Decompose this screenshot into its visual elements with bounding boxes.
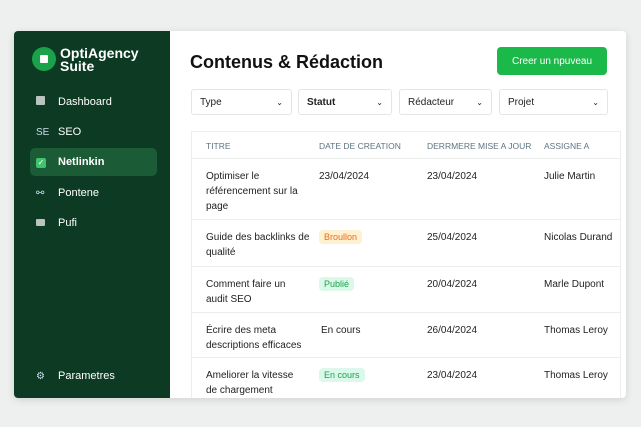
filter-type[interactable]: Type ⌄ [191,89,292,115]
create-new-button[interactable]: Creer un npuveau [497,47,607,75]
logo-icon [32,47,56,71]
column-header-updated[interactable]: DERRMERE MISE A JOUR [427,141,531,151]
row-title: Comment faire un audit SEO [206,279,286,305]
table-row[interactable]: Comment faire un audit SEO Publié 20/04/… [192,266,620,312]
nav-label: Netlinkin [58,156,105,168]
chevron-down-icon: ⌄ [476,97,483,107]
dashboard-icon [30,96,58,108]
nav-label: SEO [58,126,82,138]
sidebar-item-netlinkin[interactable]: ✓ Netlinkin [30,148,157,176]
check-icon: ✓ [36,157,46,168]
filter-status[interactable]: Statut ⌄ [298,89,392,115]
row-assignee: Marle Dupont [544,279,605,290]
filter-label: Projet [508,96,535,108]
filter-project[interactable]: Projet ⌄ [499,89,608,115]
row-created: 23/04/2024 [319,171,370,182]
filter-label: Statut [307,96,336,108]
table-row[interactable]: Guide des backlinks de qualité Broullon … [192,219,620,266]
nav-label: Dashboard [58,96,112,108]
filter-label: Rédacteur [408,96,455,108]
sidebar-item-settings[interactable]: ⚙ Parametres [30,362,157,390]
content-table: TITRE DATE DE CREATION DERRMERE MISE A J… [191,131,621,398]
row-title: Optimiser le référencement sur la page [206,171,298,212]
chevron-down-icon: ⌄ [376,97,383,107]
row-updated: 25/04/2024 [427,232,478,243]
table-row[interactable]: Écrire des meta descriptions efficaces E… [192,312,620,357]
row-title: Guide des backlinks de qualité [206,232,310,258]
gear-icon: ⚙ [36,370,45,382]
row-assignee: Thomas Leroy [544,370,608,381]
column-header-assignee[interactable]: ASSIGNE A [544,141,589,151]
nav-label: Parametres [58,370,115,382]
column-header-title[interactable]: TITRE [206,141,231,151]
chevron-down-icon: ⌄ [276,97,283,107]
row-updated: 23/04/2024 [427,171,478,182]
nav-label: Pontene [58,187,99,199]
status-badge: Broullon [319,230,363,244]
card-icon [30,218,58,229]
sidebar-item-seo[interactable]: SE SEO [30,118,157,146]
status-badge: En cours [319,368,365,382]
table-row[interactable]: Optimiser le référencement sur la page 2… [192,158,620,219]
sidebar-item-pontene[interactable]: ⚯ Pontene [30,179,157,207]
row-assignee: Julie Martin [544,171,596,182]
row-title: Écrire des meta descriptions efficaces [206,325,302,351]
sidebar: OptiAgency Suite Dashboard SE SEO ✓ Netlin… [14,31,170,398]
page-title: Contenus & Rédaction [190,52,384,72]
row-title: Ameliorer la vitesse de chargement [206,370,294,396]
filter-label: Type [200,96,222,108]
row-assignee: Nicolas Durand [544,232,613,243]
seo-icon: SE [36,126,50,138]
status-badge: Publié [319,277,355,291]
column-header-created[interactable]: DATE DE CREATION [319,141,401,151]
nav-label: Pufi [58,217,77,229]
sidebar-item-dashboard[interactable]: Dashboard [30,88,157,116]
app-window: OptiAgency Suite Dashboard SE SEO ✓ Netlin… [14,31,626,398]
row-updated: 23/04/2024 [427,370,478,381]
sidebar-item-pufi[interactable]: Pufi [30,209,157,237]
chevron-down-icon: ⌄ [592,97,599,107]
row-updated: 26/04/2024 [427,325,478,336]
row-assignee: Thomas Leroy [544,325,608,336]
row-status: En cours [321,325,361,336]
filter-writer[interactable]: Rédacteur ⌄ [399,89,492,115]
link-icon: ⚯ [36,187,45,199]
table-row[interactable]: Ameliorer la vitesse de chargement En co… [192,357,620,398]
row-updated: 20/04/2024 [427,279,478,290]
brand-name: OptiAgency Suite [60,45,139,74]
